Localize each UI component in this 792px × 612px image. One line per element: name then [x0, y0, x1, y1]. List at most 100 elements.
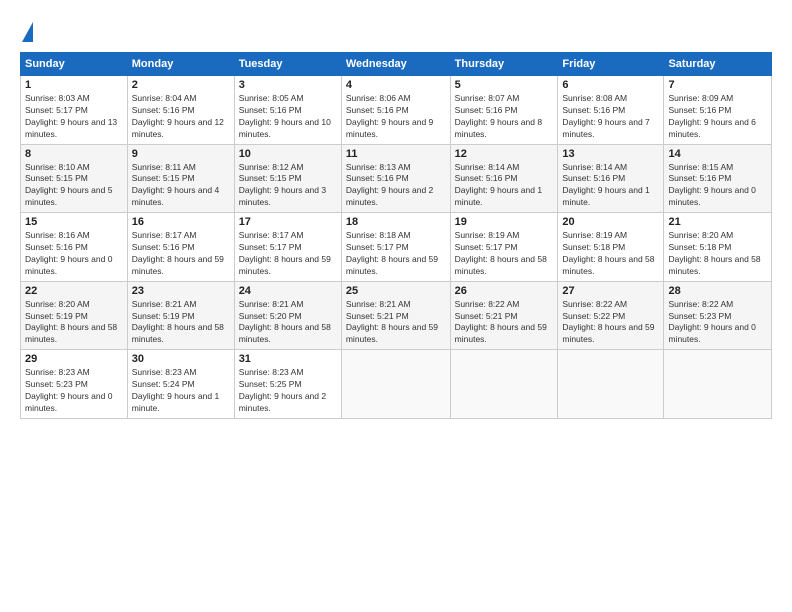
day-cell-20: 20 Sunrise: 8:19 AMSunset: 5:18 PMDayligh… [558, 213, 664, 282]
day-info: Sunrise: 8:19 AMSunset: 5:17 PMDaylight:… [455, 230, 554, 278]
day-number: 28 [668, 285, 767, 297]
day-number: 1 [25, 79, 123, 91]
day-number: 8 [25, 148, 123, 160]
day-cell-2: 2 Sunrise: 8:04 AMSunset: 5:16 PMDaylight… [127, 76, 234, 145]
day-info: Sunrise: 8:04 AMSunset: 5:16 PMDaylight:… [132, 93, 230, 141]
empty-cell [341, 350, 450, 419]
day-cell-14: 14 Sunrise: 8:15 AMSunset: 5:16 PMDayligh… [664, 144, 772, 213]
day-header-thursday: Thursday [450, 53, 558, 76]
day-number: 29 [25, 353, 123, 365]
day-info: Sunrise: 8:11 AMSunset: 5:15 PMDaylight:… [132, 162, 230, 210]
day-cell-7: 7Sunrise: 8:09 AMSunset: 5:16 PMDaylight… [664, 76, 772, 145]
day-cell-25: 25 Sunrise: 8:21 AMSunset: 5:21 PMDayligh… [341, 281, 450, 350]
day-cell-1: 1 Sunrise: 8:03 AMSunset: 5:17 PMDaylight… [21, 76, 128, 145]
day-number: 17 [239, 216, 337, 228]
logo-triangle [22, 22, 33, 42]
day-number: 10 [239, 148, 337, 160]
day-cell-26: 26Sunrise: 8:22 AMSunset: 5:21 PMDayligh… [450, 281, 558, 350]
day-cell-23: 23Sunrise: 8:21 AMSunset: 5:19 PMDayligh… [127, 281, 234, 350]
week-row-5: 29 Sunrise: 8:23 AMSunset: 5:23 PMDayligh… [21, 350, 772, 419]
day-header-monday: Monday [127, 53, 234, 76]
day-info: Sunrise: 8:06 AMSunset: 5:16 PMDaylight:… [346, 93, 446, 141]
day-number: 22 [25, 285, 123, 297]
day-cell-21: 21 Sunrise: 8:20 AMSunset: 5:18 PMDayligh… [664, 213, 772, 282]
day-cell-19: 19 Sunrise: 8:19 AMSunset: 5:17 PMDayligh… [450, 213, 558, 282]
day-info: Sunrise: 8:13 AMSunset: 5:16 PMDaylight:… [346, 162, 446, 210]
day-info: Sunrise: 8:19 AMSunset: 5:18 PMDaylight:… [562, 230, 659, 278]
day-number: 4 [346, 79, 446, 91]
day-info: Sunrise: 8:17 AMSunset: 5:16 PMDaylight:… [132, 230, 230, 278]
day-info: Sunrise: 8:23 AMSunset: 5:24 PMDaylight:… [132, 367, 230, 415]
day-cell-8: 8 Sunrise: 8:10 AMSunset: 5:15 PMDaylight… [21, 144, 128, 213]
day-cell-29: 29 Sunrise: 8:23 AMSunset: 5:23 PMDayligh… [21, 350, 128, 419]
logo [20, 18, 33, 42]
day-number: 3 [239, 79, 337, 91]
day-number: 11 [346, 148, 446, 160]
day-info: Sunrise: 8:21 AMSunset: 5:21 PMDaylight:… [346, 299, 446, 347]
empty-cell [450, 350, 558, 419]
calendar-header-row: SundayMondayTuesdayWednesdayThursdayFrid… [21, 53, 772, 76]
day-cell-13: 13 Sunrise: 8:14 AMSunset: 5:16 PMDayligh… [558, 144, 664, 213]
day-cell-18: 18 Sunrise: 8:18 AMSunset: 5:17 PMDayligh… [341, 213, 450, 282]
day-header-tuesday: Tuesday [234, 53, 341, 76]
day-cell-28: 28Sunrise: 8:22 AMSunset: 5:23 PMDayligh… [664, 281, 772, 350]
day-number: 6 [562, 79, 659, 91]
day-number: 5 [455, 79, 554, 91]
day-cell-24: 24 Sunrise: 8:21 AMSunset: 5:20 PMDayligh… [234, 281, 341, 350]
calendar-table: SundayMondayTuesdayWednesdayThursdayFrid… [20, 52, 772, 419]
day-number: 7 [668, 79, 767, 91]
day-cell-4: 4 Sunrise: 8:06 AMSunset: 5:16 PMDaylight… [341, 76, 450, 145]
day-cell-31: 31 Sunrise: 8:23 AMSunset: 5:25 PMDayligh… [234, 350, 341, 419]
day-header-saturday: Saturday [664, 53, 772, 76]
day-info: Sunrise: 8:23 AMSunset: 5:23 PMDaylight:… [25, 367, 123, 415]
day-number: 13 [562, 148, 659, 160]
day-header-sunday: Sunday [21, 53, 128, 76]
week-row-1: 1 Sunrise: 8:03 AMSunset: 5:17 PMDaylight… [21, 76, 772, 145]
day-number: 16 [132, 216, 230, 228]
day-number: 31 [239, 353, 337, 365]
empty-cell [664, 350, 772, 419]
day-cell-11: 11 Sunrise: 8:13 AMSunset: 5:16 PMDayligh… [341, 144, 450, 213]
day-info: Sunrise: 8:03 AMSunset: 5:17 PMDaylight:… [25, 93, 123, 141]
day-info: Sunrise: 8:23 AMSunset: 5:25 PMDaylight:… [239, 367, 337, 415]
day-info: Sunrise: 8:15 AMSunset: 5:16 PMDaylight:… [668, 162, 767, 210]
day-cell-16: 16 Sunrise: 8:17 AMSunset: 5:16 PMDayligh… [127, 213, 234, 282]
day-number: 18 [346, 216, 446, 228]
day-number: 20 [562, 216, 659, 228]
day-info: Sunrise: 8:18 AMSunset: 5:17 PMDaylight:… [346, 230, 446, 278]
day-cell-27: 27Sunrise: 8:22 AMSunset: 5:22 PMDayligh… [558, 281, 664, 350]
day-info: Sunrise: 8:14 AMSunset: 5:16 PMDaylight:… [455, 162, 554, 210]
day-info: Sunrise: 8:08 AMSunset: 5:16 PMDaylight:… [562, 93, 659, 141]
day-info: Sunrise: 8:07 AMSunset: 5:16 PMDaylight:… [455, 93, 554, 141]
day-cell-12: 12Sunrise: 8:14 AMSunset: 5:16 PMDayligh… [450, 144, 558, 213]
day-number: 2 [132, 79, 230, 91]
day-info: Sunrise: 8:10 AMSunset: 5:15 PMDaylight:… [25, 162, 123, 210]
day-info: Sunrise: 8:05 AMSunset: 5:16 PMDaylight:… [239, 93, 337, 141]
day-info: Sunrise: 8:21 AMSunset: 5:20 PMDaylight:… [239, 299, 337, 347]
day-number: 14 [668, 148, 767, 160]
day-number: 25 [346, 285, 446, 297]
day-cell-30: 30 Sunrise: 8:23 AMSunset: 5:24 PMDayligh… [127, 350, 234, 419]
day-number: 15 [25, 216, 123, 228]
day-cell-22: 22Sunrise: 8:20 AMSunset: 5:19 PMDayligh… [21, 281, 128, 350]
day-info: Sunrise: 8:16 AMSunset: 5:16 PMDaylight:… [25, 230, 123, 278]
day-info: Sunrise: 8:14 AMSunset: 5:16 PMDaylight:… [562, 162, 659, 210]
day-number: 24 [239, 285, 337, 297]
day-cell-15: 15 Sunrise: 8:16 AMSunset: 5:16 PMDayligh… [21, 213, 128, 282]
day-info: Sunrise: 8:12 AMSunset: 5:15 PMDaylight:… [239, 162, 337, 210]
day-header-friday: Friday [558, 53, 664, 76]
header [20, 18, 772, 42]
empty-cell [558, 350, 664, 419]
day-info: Sunrise: 8:17 AMSunset: 5:17 PMDaylight:… [239, 230, 337, 278]
week-row-4: 22Sunrise: 8:20 AMSunset: 5:19 PMDayligh… [21, 281, 772, 350]
day-number: 21 [668, 216, 767, 228]
day-cell-9: 9 Sunrise: 8:11 AMSunset: 5:15 PMDaylight… [127, 144, 234, 213]
day-info: Sunrise: 8:20 AMSunset: 5:18 PMDaylight:… [668, 230, 767, 278]
day-info: Sunrise: 8:22 AMSunset: 5:22 PMDaylight:… [562, 299, 659, 347]
day-number: 30 [132, 353, 230, 365]
day-number: 19 [455, 216, 554, 228]
day-number: 9 [132, 148, 230, 160]
day-cell-3: 3 Sunrise: 8:05 AMSunset: 5:16 PMDaylight… [234, 76, 341, 145]
week-row-2: 8 Sunrise: 8:10 AMSunset: 5:15 PMDaylight… [21, 144, 772, 213]
day-cell-10: 10 Sunrise: 8:12 AMSunset: 5:15 PMDayligh… [234, 144, 341, 213]
